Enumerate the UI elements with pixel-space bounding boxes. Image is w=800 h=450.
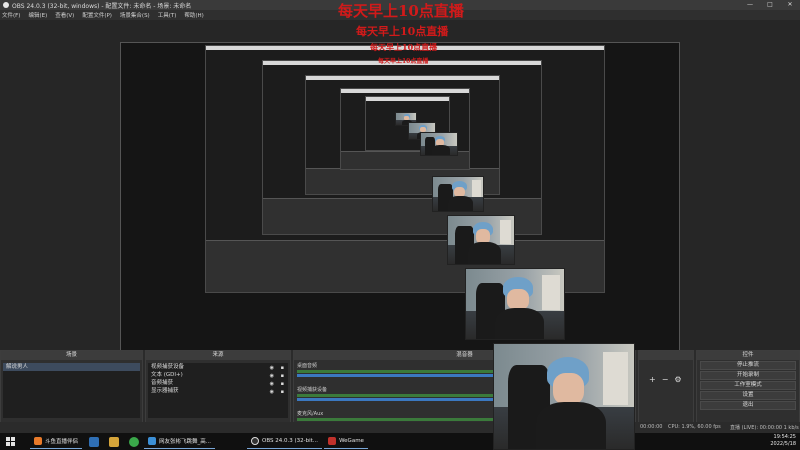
source-item[interactable]: 视频捕获设备 ◉ ▪ <box>148 363 288 371</box>
source-item[interactable]: 文本 (GDI+) ◉ ▪ <box>148 371 288 379</box>
overlay-text: 每天早上10点直播 <box>338 2 464 20</box>
exit-button[interactable]: 退出 <box>700 401 796 410</box>
remove-transition-icon[interactable]: − <box>662 375 669 384</box>
edge-icon[interactable] <box>89 436 100 447</box>
obs-icon <box>251 437 260 445</box>
status-bar: 00:00:00 CPU: 1.9%, 60.00 fps 直播 (LIVE):… <box>0 422 800 433</box>
browser-window-icon <box>148 437 157 445</box>
menu-profile[interactable]: 配置文件(P) <box>82 11 112 19</box>
menu-file[interactable]: 文件(F) <box>2 11 20 19</box>
scenes-list: 解说男人 <box>3 363 140 418</box>
transition-toolbar: + − ⚙ <box>649 375 688 384</box>
obs-logo-icon <box>3 2 9 8</box>
sources-list: 视频捕获设备 ◉ ▪ 文本 (GDI+) ◉ ▪ 音频捕获 ◉ ▪ 显示器捕获 ◉ ▪ <box>148 363 288 418</box>
windows-start-icon[interactable] <box>6 435 20 449</box>
scenes-dock: 场景 解说男人 + − ⌃ ⌄ <box>0 350 143 433</box>
close-button[interactable]: ✕ <box>780 0 800 10</box>
docks-panel: 场景 解说男人 + − ⌃ ⌄ 来源 视频捕获设备◉▪ 文本 (GDI+)◉▪ … <box>0 350 800 433</box>
status-cpu: CPU: 1.9%, 60.00 fps <box>668 424 721 430</box>
system-clock[interactable]: 19:54:25 2022/5/18 <box>770 434 796 448</box>
maximize-button[interactable]: □ <box>760 0 780 10</box>
sources-dock: 来源 视频捕获设备◉▪ 文本 (GDI+)◉▪ 音频捕获◉▪ 显示器捕获◉▪ +… <box>145 350 291 433</box>
wegame-icon <box>328 437 337 445</box>
webcam-feed <box>493 343 635 450</box>
menu-scene-collection[interactable]: 场景集合(S) <box>120 11 150 19</box>
taskbar-app-obs[interactable]: OBS 24.0.3 (32-bit... <box>247 434 323 449</box>
windows-taskbar: 斗鱼直播伴侣 网友张彬飞跳舞_高... OBS 24.0.3 (32-bit..… <box>0 433 800 450</box>
obs-window: OBS 24.0.3 (32-bit, windows) - 配置文件: 未命名… <box>0 0 800 450</box>
controls-header: 控件 <box>697 351 799 360</box>
webcam-feed-nested-2 <box>432 176 484 212</box>
sources-header: 来源 <box>146 351 290 360</box>
window-title: OBS 24.0.3 (32-bit, windows) - 配置文件: 未命名… <box>12 2 192 10</box>
menu-view[interactable]: 查看(V) <box>55 11 74 19</box>
scenes-header: 场景 <box>1 351 142 360</box>
controls-dock: 控件 停止推流 开始录制 工作室模式 设置 退出 <box>696 350 800 433</box>
taskbar-app-wegame[interactable]: WeGame <box>324 434 368 449</box>
start-recording-button[interactable]: 开始录制 <box>700 371 796 380</box>
lock-icon[interactable]: ▪ <box>281 388 284 396</box>
douyu-icon <box>34 437 42 445</box>
scene-item[interactable]: 解说男人 <box>3 363 140 371</box>
menu-edit[interactable]: 编辑(E) <box>28 11 47 19</box>
webcam-feed-nested-1 <box>447 215 515 265</box>
menu-tools[interactable]: 工具(T) <box>158 11 177 19</box>
folder-icon[interactable] <box>109 436 120 447</box>
studio-mode-button[interactable]: 工作室模式 <box>700 381 796 390</box>
window-controls: — □ ✕ <box>740 0 800 10</box>
minimize-button[interactable]: — <box>740 0 760 10</box>
taskbar-app-douyu[interactable]: 斗鱼直播伴侣 <box>30 434 83 449</box>
transitions-dock: + − ⚙ <box>638 350 694 433</box>
browser-icon[interactable] <box>129 436 140 447</box>
settings-button[interactable]: 设置 <box>700 391 796 400</box>
status-live: 直播 (LIVE): 00:00:00 1 kb/s <box>730 425 799 431</box>
gear-icon[interactable]: ⚙ <box>674 375 681 384</box>
stop-streaming-button[interactable]: 停止推流 <box>700 361 796 370</box>
add-transition-icon[interactable]: + <box>649 375 656 384</box>
overlay-text-nested-1: 每天早上10点直播 <box>356 25 449 38</box>
overlay-text-nested-3: 每天早上10点直播 <box>378 58 429 65</box>
eye-icon[interactable]: ◉ <box>270 388 274 396</box>
source-item[interactable]: 音频捕获 ◉ ▪ <box>148 379 288 387</box>
webcam-feed-nested-3 <box>420 132 458 156</box>
preview-area[interactable]: 每天早上10点直播 每天早上10点直播 每天早上10点直播 每天早上10点直播 <box>0 2 800 364</box>
clock-date: 2022/5/18 <box>770 441 796 447</box>
taskbar-app-browser[interactable]: 网友张彬飞跳舞_高... <box>144 434 216 449</box>
clock-time: 19:54:25 <box>773 434 796 440</box>
webcam-feed-nested-0 <box>465 268 565 340</box>
menu-help[interactable]: 帮助(H) <box>184 11 203 19</box>
overlay-text-nested-2: 每天早上10点直播 <box>370 42 438 52</box>
status-time: 00:00:00 <box>640 424 663 430</box>
source-item[interactable]: 显示器捕获 ◉ ▪ <box>148 387 288 395</box>
